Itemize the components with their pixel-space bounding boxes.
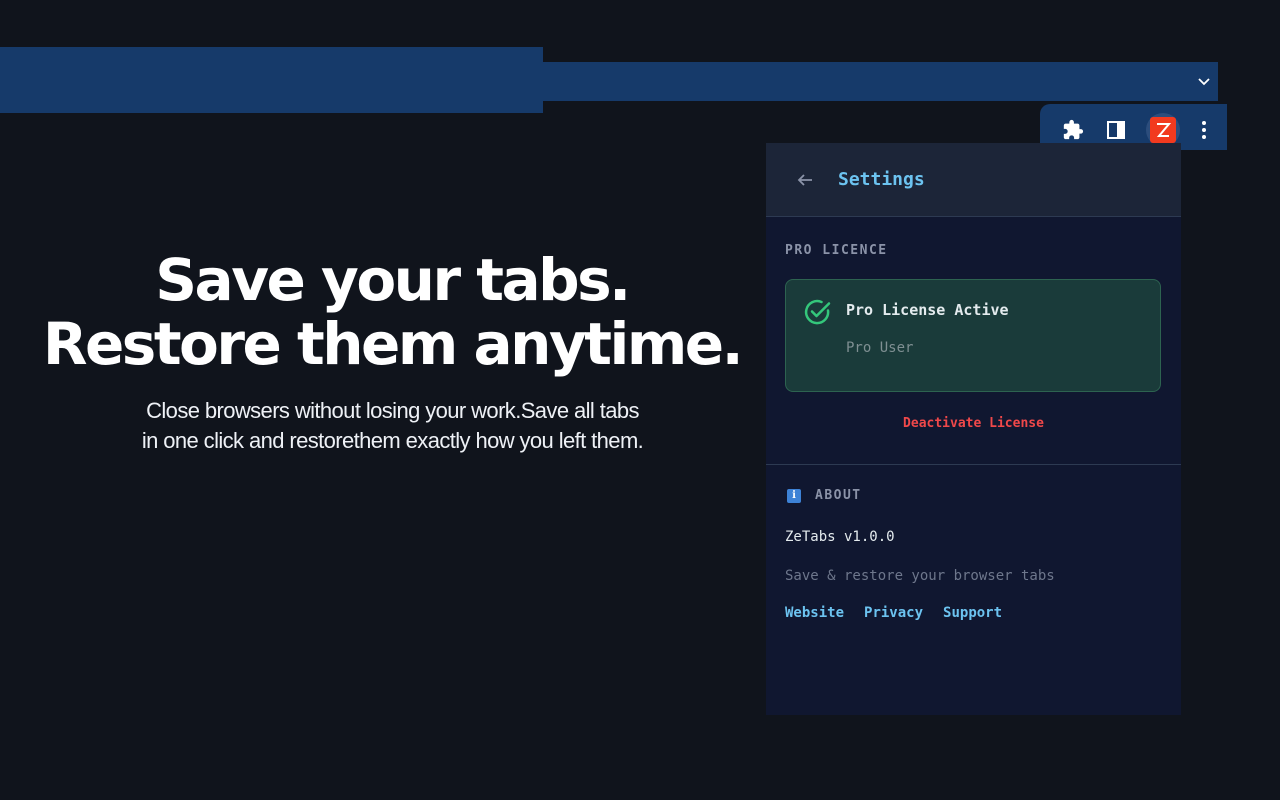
hero-title: Save your tabs. Restore them anytime. [40, 248, 744, 376]
hero-subtitle-line1: Close browsers without losing your work.… [146, 398, 639, 423]
hero-subtitle: Close browsers without losing your work.… [60, 396, 725, 456]
about-section-label: ABOUT [815, 488, 862, 503]
support-link[interactable]: Support [943, 605, 1002, 621]
more-vert-icon[interactable] [1189, 115, 1219, 145]
license-status: Pro License Active [846, 301, 1009, 319]
app-tagline: Save & restore your browser tabs [785, 568, 1055, 584]
app-version: ZeTabs v1.0.0 [785, 529, 895, 545]
extension-popup: Settings PRO LICENCE Pro License Active … [766, 143, 1181, 715]
zetabs-logo [1150, 117, 1176, 143]
zetabs-extension-icon[interactable] [1146, 113, 1180, 147]
chevron-down-icon[interactable] [1193, 70, 1215, 92]
website-link[interactable]: Website [785, 605, 844, 621]
license-user: Pro User [846, 340, 914, 356]
hero-title-line2: Restore them anytime. [42, 310, 744, 378]
popup-header: Settings [766, 143, 1181, 217]
about-section-header: i ABOUT [787, 488, 862, 503]
arrow-left-icon[interactable] [790, 165, 820, 195]
deactivate-license-button[interactable]: Deactivate License [766, 416, 1181, 431]
hero-title-line1: Save your tabs. [155, 246, 631, 314]
check-circle-icon [804, 299, 831, 325]
info-icon: i [787, 488, 801, 503]
licence-section-label: PRO LICENCE [785, 243, 888, 258]
license-status-card: Pro License Active Pro User [785, 279, 1161, 392]
popup-title: Settings [838, 169, 925, 190]
puzzle-icon[interactable] [1058, 115, 1088, 145]
about-links: Website Privacy Support [785, 605, 1002, 621]
browser-tab-strip-left [0, 47, 543, 113]
browser-tab-strip-right [543, 62, 1218, 101]
hero-subtitle-line2: in one click and restorethem exactly how… [141, 428, 644, 453]
sidepanel-icon[interactable] [1101, 115, 1131, 145]
privacy-link[interactable]: Privacy [864, 605, 923, 621]
section-divider [766, 464, 1181, 465]
